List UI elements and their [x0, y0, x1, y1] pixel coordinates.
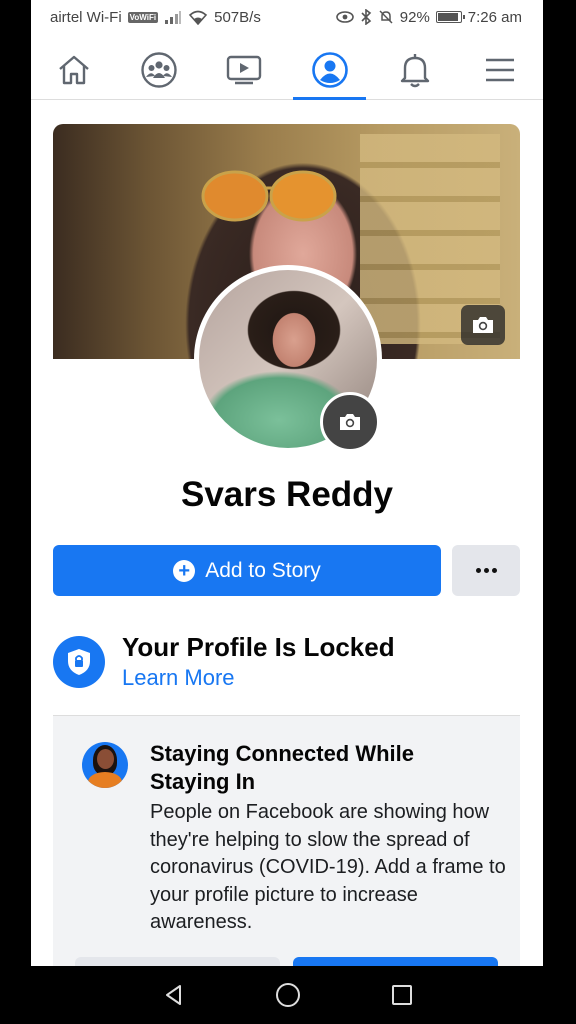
home-circle-icon [276, 983, 300, 1007]
plus-icon: + [173, 559, 196, 582]
bluetooth-icon [360, 9, 372, 25]
add-to-story-label: Add to Story [205, 558, 321, 582]
back-button[interactable] [159, 980, 189, 1010]
android-navigation-bar [0, 966, 576, 1024]
camera-icon [473, 317, 493, 333]
illustration-body [88, 772, 122, 788]
battery-percent: 92% [399, 8, 430, 26]
wifi-icon [188, 10, 208, 25]
learn-more-link[interactable]: Learn More [122, 665, 235, 691]
menu-icon [486, 58, 515, 81]
status-right: 92% 7:26 am [335, 8, 522, 26]
status-bar: airtel Wi-Fi VoWiFi 507B/s 92% 7:26 am [31, 0, 543, 34]
tab-profile[interactable] [287, 40, 372, 100]
tab-watch[interactable] [202, 40, 287, 99]
illustration-avatar [82, 742, 128, 788]
profile-locked-title: Your Profile Is Locked [122, 632, 395, 662]
illustration-face [97, 749, 114, 769]
cover-sunglasses-detail [201, 170, 337, 222]
facebook-app-screen: airtel Wi-Fi VoWiFi 507B/s 92% 7:26 am S… [31, 0, 543, 1024]
battery-icon [435, 11, 465, 23]
status-left: airtel Wi-Fi VoWiFi 507B/s [50, 9, 261, 26]
card-title: Staying Connected While Staying In [150, 741, 415, 794]
network-speed: 507B/s [214, 8, 261, 26]
edit-cover-camera-button[interactable] [461, 305, 505, 345]
carrier-label: airtel Wi-Fi [50, 8, 122, 26]
mute-bell-icon [378, 9, 394, 25]
vowifi-badge: VoWiFi [127, 11, 159, 23]
more-dots-icon [475, 568, 481, 573]
card-description: People on Facebook are showing how they'… [150, 801, 506, 933]
home-icon [58, 55, 89, 84]
signal-icon [164, 10, 182, 24]
add-to-story-button[interactable]: + Add to Story [53, 545, 441, 596]
groups-icon [141, 51, 177, 88]
profile-lock-badge [53, 636, 105, 688]
profile-name: Svars Reddy [180, 475, 394, 514]
top-navigation [31, 40, 543, 100]
eye-icon [335, 11, 354, 23]
edit-profile-picture-button[interactable] [320, 392, 380, 452]
more-dot [483, 568, 489, 573]
camera-icon [340, 414, 360, 430]
bell-icon [400, 53, 430, 87]
home-button[interactable] [273, 980, 303, 1010]
shield-lock-icon [68, 649, 90, 675]
tab-groups[interactable] [116, 40, 201, 99]
covid-frame-card: Staying Connected While Staying In Peopl… [53, 716, 520, 997]
recents-button[interactable] [387, 980, 417, 1010]
tab-notifications[interactable] [372, 40, 457, 99]
more-dot [491, 568, 497, 573]
tab-home[interactable] [31, 40, 116, 99]
watch-icon [227, 55, 262, 84]
tab-menu[interactable] [458, 40, 543, 99]
profile-icon [311, 51, 348, 88]
recents-icon [392, 985, 412, 1005]
back-icon [166, 985, 181, 1005]
clock: 7:26 am [467, 8, 522, 26]
more-options-button[interactable] [452, 545, 520, 596]
